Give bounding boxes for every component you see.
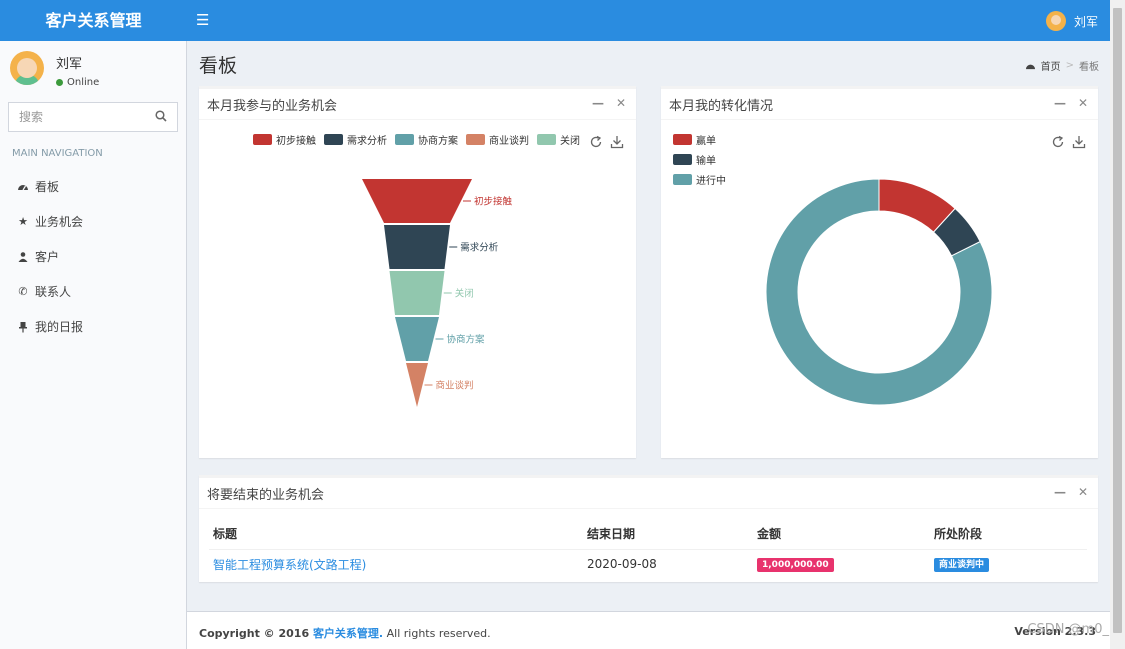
opportunities-table: 标题 结束日期 金额 所处阶段 智能工程预算系统(文路工程) 2020-09-0… — [209, 519, 1087, 579]
top-navbar: 客户关系管理 ☰ 刘军 — [0, 0, 1110, 41]
funnel-label: 需求分析 — [460, 242, 499, 254]
sidebar-item-label: 看板 — [35, 180, 60, 194]
close-icon[interactable]: ✕ — [1078, 485, 1088, 499]
dashboard-icon — [17, 181, 29, 193]
end-date-cell: 2020-09-08 — [587, 557, 657, 572]
footer-rights: All rights reserved. — [383, 627, 491, 640]
sidebar: 刘军 Online MAIN NAVIGATION 看板 ★ 业务机会 — [0, 41, 187, 649]
star-icon: ★ — [18, 215, 28, 228]
avatar — [1045, 11, 1066, 31]
user-menu-name: 刘军 — [1073, 14, 1098, 29]
sidebar-item-daily-report[interactable]: 我的日报 — [0, 309, 186, 344]
funnel-chart-box: 本月我参与的业务机会 — ✕ 初步接触 需求分析 协商方案 商业谈判 关闭 初步接触 需求… — [199, 86, 636, 458]
sidebar-item-label: 客户 — [35, 250, 60, 264]
scrollbar-thumb[interactable] — [1113, 8, 1122, 633]
users-icon — [17, 251, 29, 263]
box-title: 将要结束的业务机会 — [207, 488, 325, 503]
scrollbar[interactable] — [1110, 0, 1125, 649]
funnel-label: 关闭 — [455, 288, 474, 300]
hamburger-icon[interactable]: ☰ — [196, 10, 210, 30]
opportunity-link[interactable]: 智能工程预算系统(文路工程) — [213, 558, 366, 572]
column-header: 结束日期 — [583, 519, 753, 550]
donut-chart-box: 本月我的转化情况 — ✕ 赢单 输单 进行中 — [661, 86, 1098, 458]
column-header: 标题 — [209, 519, 583, 550]
breadcrumb-current: 看板 — [1079, 62, 1099, 73]
nav-header: MAIN NAVIGATION — [12, 148, 103, 159]
user-status-label: Online — [67, 77, 100, 88]
footer-copyright: Copyright © 2016 — [199, 627, 313, 640]
page-title: 看板 — [199, 55, 238, 77]
footer: Copyright © 2016 客户关系管理. All rights rese… — [187, 611, 1110, 649]
user-panel: 刘军 Online — [10, 51, 99, 91]
funnel-label: 初步接触 — [474, 196, 513, 208]
donut-chart — [765, 178, 993, 406]
search-input[interactable] — [9, 103, 149, 131]
dashboard-icon — [1025, 64, 1035, 69]
sidebar-item-opportunities[interactable]: ★ 业务机会 — [0, 204, 186, 239]
sidebar-item-contacts[interactable]: ✆ 联系人 — [0, 274, 186, 309]
funnel-segment[interactable] — [389, 271, 445, 315]
sidebar-item-label: 我的日报 — [35, 320, 84, 334]
column-header: 所处阶段 — [930, 519, 1087, 550]
sidebar-item-customers[interactable]: 客户 — [0, 239, 186, 274]
phone-icon: ✆ — [18, 285, 28, 298]
sidebar-item-dashboard[interactable]: 看板 — [0, 169, 186, 204]
breadcrumb-home[interactable]: 首页 — [1041, 58, 1061, 73]
nav-list: 看板 ★ 业务机会 客户 ✆ 联系人 我的日报 — [0, 169, 186, 344]
funnel-label: 协商方案 — [447, 334, 486, 346]
funnel-segment[interactable] — [384, 225, 450, 269]
stage-badge: 商业谈判中 — [934, 558, 990, 573]
user-avatar — [10, 51, 44, 85]
online-dot-icon — [56, 79, 63, 86]
amount-badge: 1,000,000.00 — [757, 558, 834, 573]
sidebar-search — [8, 102, 178, 132]
funnel-segment[interactable] — [362, 179, 472, 223]
funnel-chart: 初步接触需求分析关闭协商方案商业谈判 — [362, 179, 513, 407]
collapse-icon[interactable]: — — [1054, 485, 1066, 499]
funnel-label: 商业谈判 — [436, 380, 474, 392]
funnel-segment[interactable] — [395, 317, 439, 361]
table-row: 智能工程预算系统(文路工程) 2020-09-08 1,000,000.00 商… — [209, 549, 1087, 579]
app-logo[interactable]: 客户关系管理 — [0, 0, 187, 41]
sidebar-item-label: 联系人 — [35, 285, 72, 299]
table-header-row: 标题 结束日期 金额 所处阶段 — [209, 519, 1087, 550]
footer-brand-link[interactable]: 客户关系管理. — [313, 627, 383, 640]
pin-icon — [17, 321, 29, 333]
watermark: CSDN @m0_ — [1027, 622, 1109, 637]
closing-opportunities-box: 将要结束的业务机会 — ✕ 标题 结束日期 金额 所处阶段 智能工程预算系统(文… — [199, 475, 1098, 582]
search-icon[interactable] — [155, 110, 167, 122]
breadcrumb-separator: > — [1065, 60, 1074, 71]
user-status: Online — [56, 77, 99, 88]
sidebar-item-label: 业务机会 — [35, 215, 84, 229]
breadcrumb: 首页 > 看板 — [1025, 58, 1099, 73]
user-menu[interactable]: 刘军 — [1045, 10, 1098, 32]
user-panel-name: 刘军 — [56, 57, 83, 72]
column-header: 金额 — [753, 519, 930, 550]
